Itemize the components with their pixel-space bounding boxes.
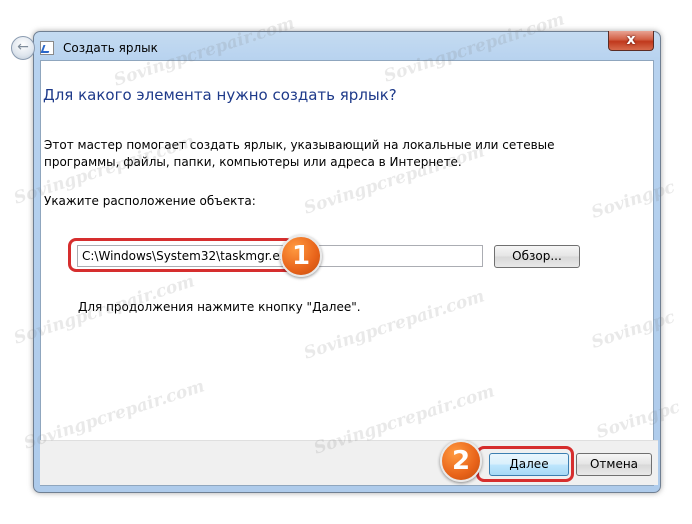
highlight-next-button	[476, 446, 574, 482]
step-badge-1: 1	[280, 235, 322, 277]
wizard-client-area	[40, 60, 654, 486]
step-badge-2: 2	[440, 440, 482, 482]
back-arrow-icon: ←	[17, 39, 29, 55]
wizard-description: Этот мастер помогает создать ярлык, указ…	[44, 138, 555, 169]
back-button[interactable]: ←	[11, 36, 35, 60]
close-button[interactable]: x	[608, 31, 654, 51]
window-title: Создать ярлык	[63, 41, 158, 55]
page-heading: Для какого элемента нужно создать ярлык?	[43, 86, 397, 104]
location-label: Укажите расположение объекта:	[44, 194, 256, 208]
cancel-button[interactable]: Отмена	[576, 453, 652, 476]
close-icon: x	[626, 32, 636, 48]
shortcut-icon	[40, 41, 54, 55]
continue-hint: Для продолжения нажмите кнопку "Далее".	[78, 300, 361, 314]
browse-button[interactable]: Обзор...	[494, 245, 580, 268]
highlight-location-input	[68, 238, 294, 272]
